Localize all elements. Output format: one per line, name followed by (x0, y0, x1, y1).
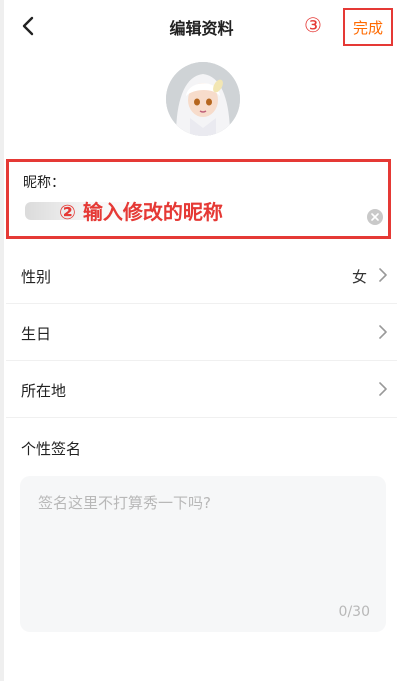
chevron-right-icon (379, 325, 387, 339)
nickname-label: 昵称： (23, 175, 65, 191)
done-highlight-box: 完成 (343, 8, 393, 46)
nickname-annotation: ② 输入修改的昵称 (59, 200, 223, 224)
gender-row[interactable]: 性别 女 (6, 248, 397, 304)
signature-box: 0/30 (20, 476, 386, 632)
gender-label: 性别 (21, 268, 52, 286)
clear-button[interactable] (367, 209, 383, 225)
location-label: 所在地 (21, 382, 67, 400)
left-edge-shadow (0, 0, 4, 681)
top-bar: 编辑资料 ③ 完成 (0, 0, 403, 56)
chevron-right-icon (379, 268, 387, 282)
signature-counter: 0/30 (338, 604, 370, 620)
location-row[interactable]: 所在地 (6, 362, 397, 418)
birthday-label: 生日 (21, 325, 52, 343)
nickname-highlight-box: 昵称： ② 输入修改的昵称 (6, 159, 391, 239)
signature-title: 个性签名 (21, 440, 82, 458)
chevron-right-icon (379, 382, 387, 396)
avatar[interactable] (166, 62, 240, 136)
anime-avatar-icon (166, 62, 240, 136)
step-3-annotation: ③ (304, 13, 322, 37)
gender-value: 女 (351, 268, 367, 286)
signature-input[interactable] (36, 490, 374, 604)
close-icon (371, 213, 379, 221)
done-button[interactable]: 完成 (353, 17, 383, 38)
birthday-row[interactable]: 生日 (6, 305, 397, 361)
